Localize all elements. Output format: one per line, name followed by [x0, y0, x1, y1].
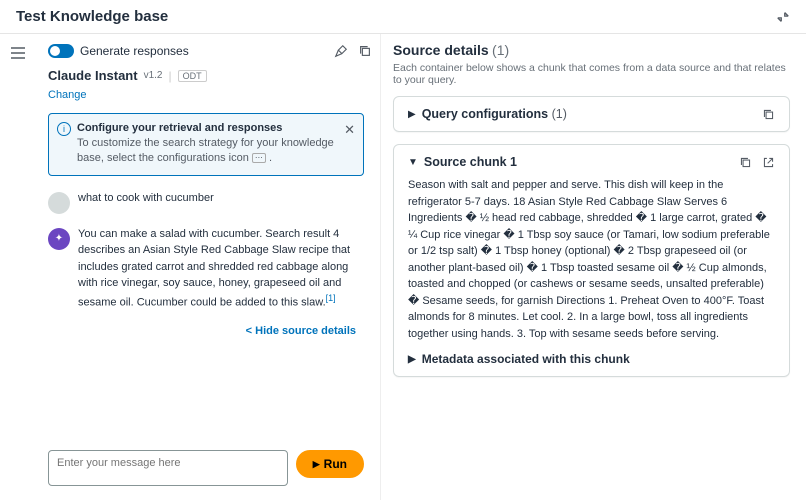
copy-icon[interactable]	[739, 156, 752, 169]
external-link-icon[interactable]	[762, 156, 775, 169]
generate-label: Generate responses	[80, 44, 189, 58]
copy-icon[interactable]	[358, 44, 372, 58]
source-details-count: (1)	[492, 42, 509, 58]
info-icon: i	[57, 122, 71, 136]
chevron-down-icon: ▼	[408, 157, 418, 168]
change-model-link[interactable]: Change	[48, 89, 87, 101]
bot-avatar: ✦	[48, 228, 70, 250]
message-input[interactable]	[48, 450, 288, 486]
source-chunk-header[interactable]: ▼ Source chunk 1	[408, 155, 775, 169]
citation-link[interactable]: [1]	[326, 293, 336, 303]
source-details-subtitle: Each container below shows a chunk that …	[393, 62, 790, 86]
model-name: Claude Instant	[48, 68, 138, 83]
chevron-right-icon: ▶	[408, 354, 416, 365]
query-config-title: Query configurations	[422, 107, 548, 121]
broom-icon[interactable]	[334, 44, 348, 58]
info-title: Configure your retrieval and responses	[77, 122, 337, 134]
hide-source-link[interactable]: < Hide source details	[246, 325, 356, 337]
generate-toggle[interactable]	[48, 44, 74, 58]
query-config-header[interactable]: ▶ Query configurations (1)	[408, 107, 775, 121]
config-dots-icon: ⋯	[252, 153, 266, 163]
bot-message: You can make a salad with cucumber. Sear…	[78, 226, 364, 311]
user-avatar	[48, 192, 70, 214]
source-details-title: Source details	[393, 42, 489, 58]
chunk-body-text: Season with salt and pepper and serve. T…	[408, 177, 775, 342]
model-version: v1.2	[144, 70, 163, 81]
source-chunk-title: Source chunk 1	[424, 155, 733, 169]
close-icon[interactable]: ✕	[344, 122, 355, 138]
query-config-count: (1)	[552, 107, 567, 121]
copy-icon[interactable]	[762, 108, 775, 121]
chevron-right-icon: ▶	[408, 109, 416, 120]
user-message: what to cook with cucumber	[78, 190, 214, 214]
page-title: Test Knowledge base	[16, 8, 168, 25]
hamburger-icon[interactable]	[10, 46, 30, 60]
collapse-icon[interactable]	[776, 10, 790, 24]
info-banner: i ✕ Configure your retrieval and respons…	[48, 113, 364, 176]
model-tag: ODT	[178, 70, 207, 82]
run-button[interactable]: Run	[296, 450, 364, 478]
info-text: To customize the search strategy for you…	[77, 136, 337, 167]
metadata-header[interactable]: ▶ Metadata associated with this chunk	[408, 352, 775, 366]
metadata-title: Metadata associated with this chunk	[422, 352, 630, 366]
